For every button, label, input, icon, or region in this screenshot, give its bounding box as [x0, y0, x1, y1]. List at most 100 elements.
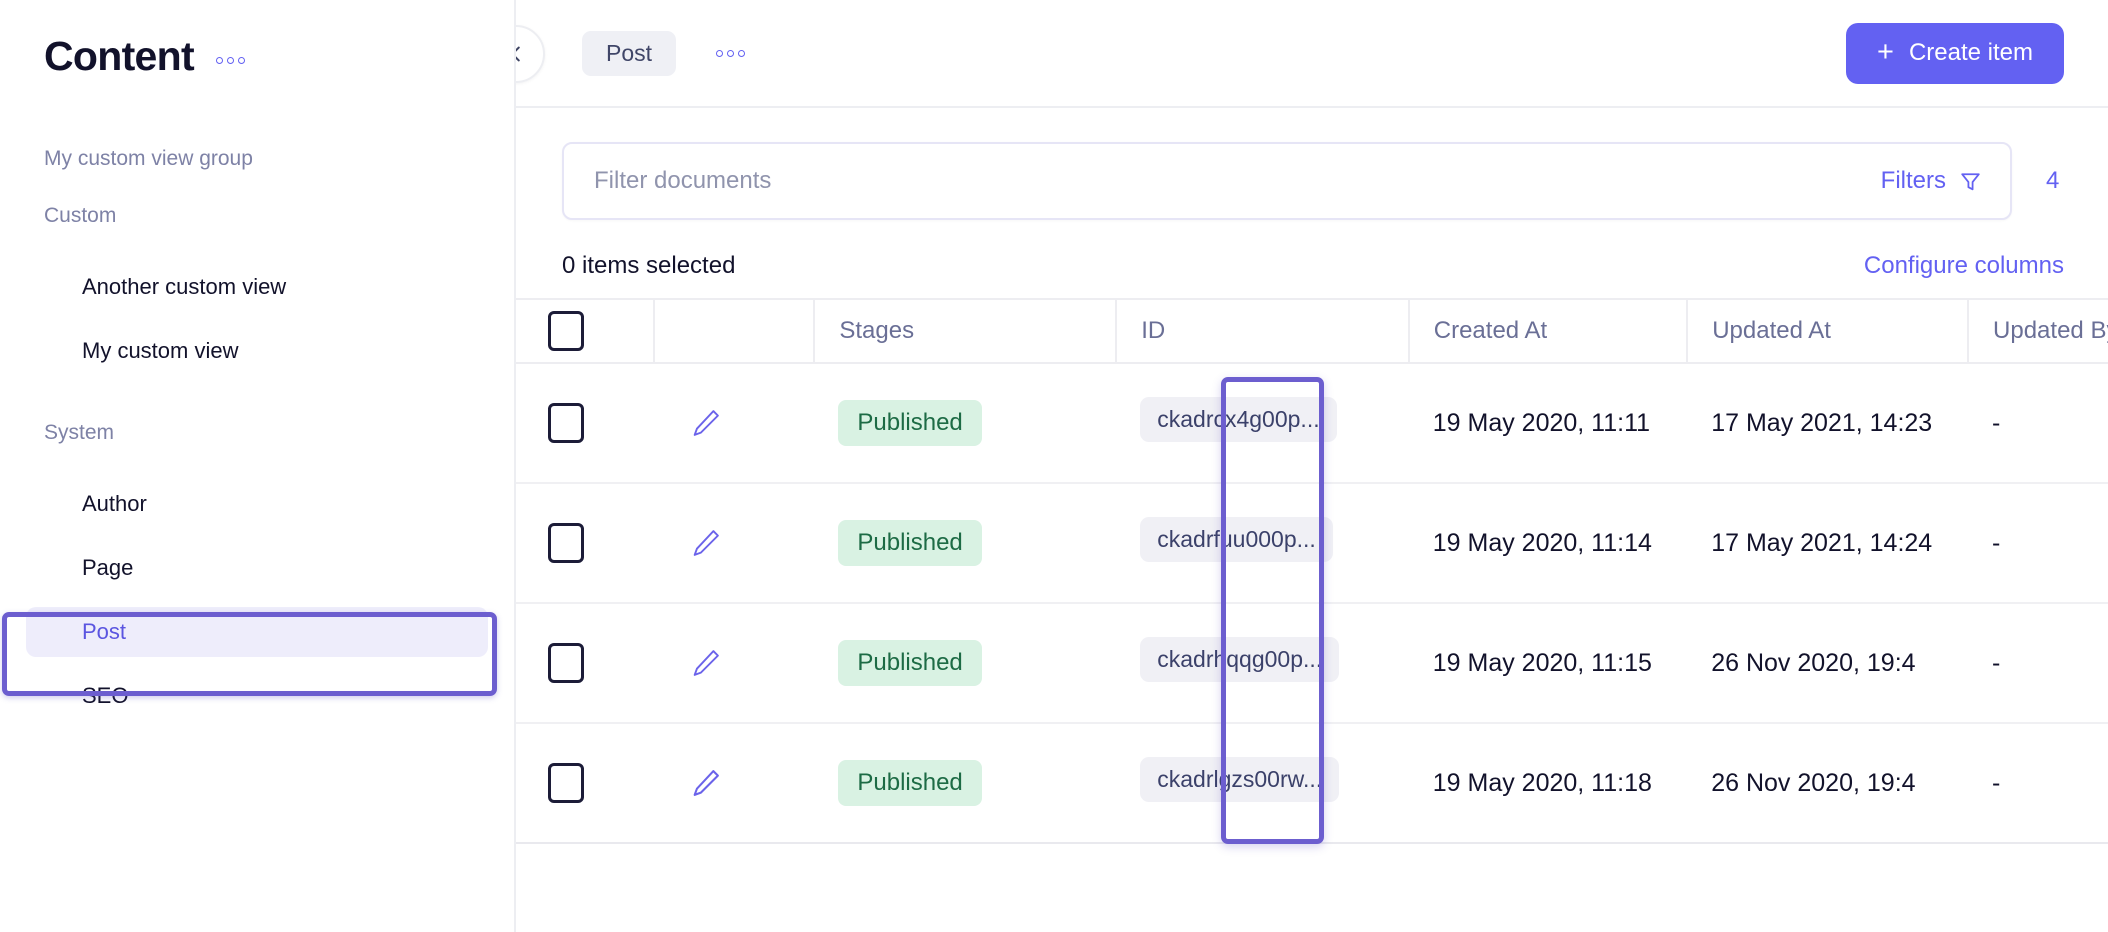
row-edit-cell	[654, 603, 815, 724]
filters-button[interactable]: Filters	[1881, 169, 1983, 194]
status-badge: Published	[838, 760, 982, 806]
row-stage-cell: Published	[814, 603, 1117, 724]
id-badge[interactable]: ckadrcx4g00p...	[1140, 397, 1337, 442]
edit-row-button[interactable]	[682, 639, 730, 687]
status-badge: Published	[838, 520, 982, 566]
row-id-cell: ckadrhqqg00p...	[1116, 603, 1409, 724]
toolbar: Post + Create item	[516, 0, 2108, 108]
column-header-select-all	[516, 298, 656, 364]
more-horizontal-icon[interactable]	[716, 49, 746, 57]
table-row[interactable]: Published ckadrhqqg00p... 19 May 2020, 1…	[516, 603, 2108, 724]
row-id-cell: ckadrcx4g00p...	[1116, 363, 1409, 484]
row-checkbox[interactable]	[548, 403, 584, 443]
row-stage-cell: Published	[814, 363, 1117, 484]
plus-icon: +	[1877, 35, 1894, 68]
nav-group-label: My custom view group	[44, 147, 253, 170]
chevron-left-icon	[516, 46, 520, 62]
tab-post[interactable]: Post	[582, 30, 677, 76]
row-stage-cell: Published	[814, 723, 1117, 844]
column-header-created-at[interactable]: Created At	[1408, 298, 1689, 364]
row-stage-cell: Published	[814, 483, 1117, 604]
row-select-cell	[516, 723, 655, 844]
sidebar-item-author[interactable]: Author	[26, 479, 488, 529]
pencil-icon	[693, 410, 719, 436]
row-updated-by-cell: -	[1968, 483, 2108, 604]
back-button[interactable]	[516, 25, 545, 83]
selected-count-label: 0 items selected	[562, 252, 736, 279]
filter-input-wrapper[interactable]: Filters	[562, 142, 2012, 220]
sidebar-item-post[interactable]: Post	[26, 607, 488, 657]
nav-group-custom: Custom Another custom view My custom vie…	[0, 205, 514, 376]
selection-row: 0 items selected Configure columns	[516, 244, 2108, 298]
pencil-icon	[693, 530, 719, 556]
row-created-at-cell: 19 May 2020, 11:15	[1408, 603, 1688, 724]
id-badge[interactable]: ckadrhqqg00p...	[1140, 637, 1340, 682]
nav-group-system: System Author Page Post SEO	[0, 422, 514, 721]
id-badge[interactable]: ckadrlgzs00rw...	[1140, 757, 1340, 802]
nav-group-items: Another custom view My custom view	[0, 262, 514, 376]
edit-row-button[interactable]	[682, 399, 730, 447]
column-header-updated-by[interactable]: Updated By	[1968, 298, 2108, 364]
filter-bar: Filters 4	[516, 108, 2108, 244]
column-header-edit	[654, 298, 816, 364]
app-root: Content My custom view group Custom Anot…	[0, 0, 2108, 932]
row-edit-cell	[654, 723, 815, 844]
configure-columns-link[interactable]: Configure columns	[1864, 252, 2064, 280]
nav-group-label: Custom	[44, 204, 117, 227]
status-badge: Published	[838, 400, 982, 446]
filter-count: 4	[2046, 167, 2060, 194]
create-item-label: Create item	[1908, 39, 2033, 66]
nav-group-label: System	[44, 421, 115, 444]
page-title: Content	[44, 32, 195, 79]
edit-row-button[interactable]	[682, 759, 730, 807]
row-updated-by-cell: -	[1968, 603, 2108, 724]
select-all-checkbox[interactable]	[548, 311, 584, 351]
row-updated-by-cell: -	[1968, 363, 2108, 484]
row-checkbox[interactable]	[548, 763, 584, 803]
row-select-cell	[516, 603, 655, 724]
main-content: Post + Create item Filters 4	[516, 0, 2108, 932]
search-input[interactable]	[594, 167, 1881, 195]
create-item-button[interactable]: + Create item	[1846, 22, 2064, 84]
sidebar-item-page[interactable]: Page	[26, 543, 488, 593]
documents-table: Stages ID Created At Updated At Updated …	[516, 298, 2108, 844]
id-badge[interactable]: ckadrfuu000p...	[1140, 517, 1333, 562]
row-select-cell	[516, 363, 655, 484]
row-edit-cell	[654, 363, 815, 484]
row-id-cell: ckadrlgzs00rw...	[1116, 723, 1409, 844]
pencil-icon	[693, 650, 719, 676]
row-checkbox[interactable]	[548, 523, 584, 563]
more-horizontal-icon[interactable]	[215, 49, 245, 64]
column-header-updated-at[interactable]: Updated At	[1687, 298, 1970, 364]
table-header: Stages ID Created At Updated At Updated …	[516, 298, 2108, 364]
row-updated-at-cell: 26 Nov 2020, 19:4	[1687, 723, 1969, 844]
row-checkbox[interactable]	[548, 643, 584, 683]
edit-row-button[interactable]	[682, 519, 730, 567]
sidebar-item-seo[interactable]: SEO	[26, 671, 488, 721]
row-select-cell	[516, 483, 655, 604]
funnel-icon	[1961, 172, 1980, 190]
row-id-cell: ckadrfuu000p...	[1116, 483, 1409, 604]
sidebar-nav: My custom view group Custom Another cust…	[0, 86, 514, 721]
row-created-at-cell: 19 May 2020, 11:14	[1408, 483, 1688, 604]
sidebar-header: Content	[0, 0, 514, 86]
table-body: Published ckadrcx4g00p... 19 May 2020, 1…	[516, 363, 2108, 844]
table-row[interactable]: Published ckadrfuu000p... 19 May 2020, 1…	[516, 483, 2108, 604]
row-edit-cell	[654, 483, 815, 604]
table-scroll-container: Stages ID Created At Updated At Updated …	[516, 298, 2108, 844]
column-header-id[interactable]: ID	[1116, 298, 1410, 364]
column-header-stages[interactable]: Stages	[814, 298, 1118, 364]
sidebar-item-another-custom-view[interactable]: Another custom view	[26, 262, 488, 312]
pencil-icon	[693, 770, 719, 796]
status-badge: Published	[838, 640, 982, 686]
row-updated-at-cell: 26 Nov 2020, 19:4	[1687, 603, 1969, 724]
table-row[interactable]: Published ckadrlgzs00rw... 19 May 2020, …	[516, 723, 2108, 844]
row-updated-by-cell: -	[1968, 723, 2108, 844]
nav-group-items: Author Page Post SEO	[0, 479, 514, 721]
sidebar-item-my-custom-view[interactable]: My custom view	[26, 326, 488, 376]
row-created-at-cell: 19 May 2020, 11:11	[1408, 363, 1688, 484]
row-updated-at-cell: 17 May 2021, 14:23	[1687, 363, 1969, 484]
table-row[interactable]: Published ckadrcx4g00p... 19 May 2020, 1…	[516, 363, 2108, 484]
filters-label: Filters	[1880, 167, 1946, 194]
table-header-row: Stages ID Created At Updated At Updated …	[516, 298, 2108, 364]
